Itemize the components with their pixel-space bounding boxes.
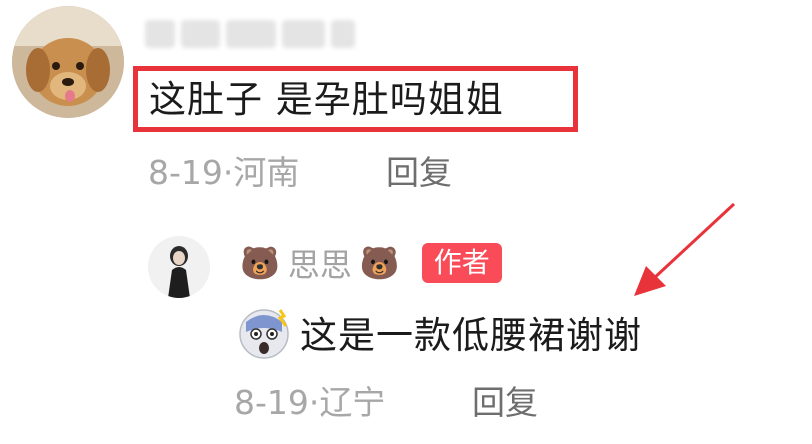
author-badge: 作者 (421, 243, 502, 283)
reply-text-row: 这是一款低腰裙谢谢 (236, 302, 642, 362)
dog-avatar-image (12, 6, 124, 118)
shocked-face-emoji-icon (239, 309, 289, 359)
commenter-avatar[interactable] (12, 6, 124, 118)
bear-emoji-icon: 🐻 (240, 244, 280, 282)
comment-text: 这肚子 是孕肚吗姐姐 (149, 78, 504, 121)
reply-date-location: 8-19·辽宁 (234, 383, 386, 422)
annotation-arrow-icon (634, 202, 736, 296)
reply-button[interactable]: 回复 (386, 148, 452, 198)
blurred-username (145, 10, 356, 58)
comment-date-location: 8-19·河南 (148, 153, 300, 192)
girl-avatar-image (148, 236, 210, 298)
bear-emoji-icon: 🐻 (359, 244, 400, 282)
author-avatar[interactable] (148, 236, 210, 298)
author-name-row: 🐻 思思 🐻 作者 (236, 240, 502, 286)
reply-button[interactable]: 回复 (472, 378, 538, 428)
author-name[interactable]: 思思 (288, 240, 352, 286)
reply-text: 这是一款低腰裙谢谢 (300, 314, 642, 357)
